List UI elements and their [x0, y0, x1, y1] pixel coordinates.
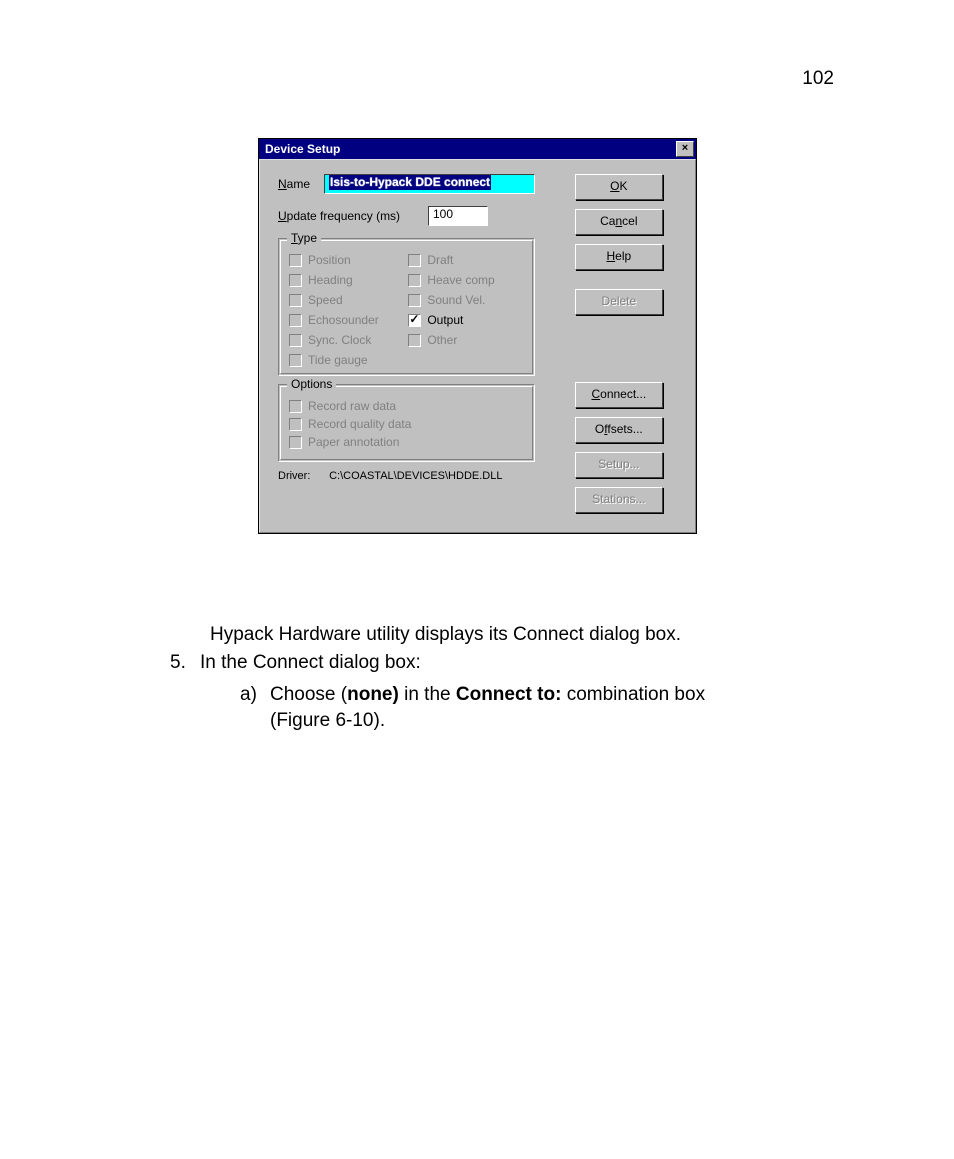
checkbox-label: Position — [308, 253, 351, 267]
checkbox-other: Other — [408, 333, 523, 347]
titlebar: Device Setup × — [259, 139, 696, 159]
checkbox-icon — [408, 294, 421, 307]
checkbox-label: Heading — [308, 273, 353, 287]
frequency-label: Update frequency (ms) — [278, 209, 428, 223]
driver-row: Driver: C:\COASTAL\DEVICES\HDDE.DLL — [278, 470, 535, 482]
options-list: Record raw data Record quality data Paper … — [289, 399, 524, 449]
button-column: OK Cancel Help Delete Connect... Offsets… — [535, 174, 683, 522]
checkbox-icon — [408, 334, 421, 347]
checkbox-icon — [289, 274, 302, 287]
sublist-letter: a) — [240, 682, 270, 708]
checkbox-label: Record quality data — [308, 417, 411, 431]
checkbox-position: Position — [289, 253, 404, 267]
checkbox-label: Other — [427, 333, 457, 347]
checkbox-sync-clock: Sync. Clock — [289, 333, 404, 347]
checkbox-heading: Heading — [289, 273, 404, 287]
sublist-text: Choose (none) in the Connect to: combina… — [270, 682, 740, 733]
type-grid: Position Draft Heading Heave comp Speed Sound… — [289, 253, 524, 367]
checkbox-icon — [289, 436, 302, 449]
checkbox-label: Paper annotation — [308, 435, 399, 449]
checkbox-icon — [408, 274, 421, 287]
cancel-button[interactable]: Cancel — [575, 209, 663, 235]
checkbox-icon — [289, 400, 302, 413]
checkbox-draft: Draft — [408, 253, 523, 267]
offsets-button[interactable]: Offsets... — [575, 417, 663, 443]
checkbox-icon — [289, 354, 302, 367]
dialog-body: Name Isis-to-Hypack DDE connect Update f… — [259, 159, 696, 533]
checkbox-heave-comp: Heave comp — [408, 273, 523, 287]
checkbox-label: Speed — [308, 293, 343, 307]
checkbox-icon — [289, 254, 302, 267]
paragraph: Hypack Hardware utility displays its Con… — [210, 622, 681, 648]
device-setup-dialog: Device Setup × Name Isis-to-Hypack DDE c… — [258, 138, 697, 534]
delete-button[interactable]: Delete — [575, 289, 663, 315]
checkbox-icon — [408, 254, 421, 267]
type-groupbox: Type PositionDraftHeadingHeave compSpeed… — [278, 238, 535, 376]
frequency-input[interactable]: 100 — [428, 206, 488, 226]
checkbox-icon — [289, 314, 302, 327]
dialog-title: Device Setup — [265, 142, 340, 156]
close-icon[interactable]: × — [676, 141, 694, 157]
list-text: In the Connect dialog box: — [200, 652, 421, 673]
checkbox-icon — [289, 294, 302, 307]
checkbox-label: Heave comp — [427, 273, 494, 287]
checkbox-label: Record raw data — [308, 399, 396, 413]
checkbox-label: Sync. Clock — [308, 333, 371, 347]
checkbox-icon — [289, 418, 302, 431]
setup-button[interactable]: Setup... — [575, 452, 663, 478]
name-label: Name — [278, 177, 324, 191]
checkbox-sound-vel-: Sound Vel. — [408, 293, 523, 307]
checkbox-label: Draft — [427, 253, 453, 267]
checkbox-label: Output — [427, 313, 463, 327]
name-input[interactable]: Isis-to-Hypack DDE connect — [324, 174, 535, 194]
help-button[interactable]: Help — [575, 244, 663, 270]
checkbox-icon[interactable] — [408, 314, 421, 327]
checkbox-echosounder: Echosounder — [289, 313, 404, 327]
checkbox-label: Echosounder — [308, 313, 379, 327]
checkbox-output[interactable]: Output — [408, 313, 523, 327]
checkbox-record-quality-data: Record quality data — [289, 417, 524, 431]
frequency-row: Update frequency (ms) 100 — [278, 206, 535, 226]
sublist-item-a: a)Choose (none) in the Connect to: combi… — [240, 682, 780, 733]
checkbox-label: Sound Vel. — [427, 293, 485, 307]
type-legend: Type — [287, 231, 321, 245]
name-row: Name Isis-to-Hypack DDE connect — [278, 174, 535, 194]
checkbox-speed: Speed — [289, 293, 404, 307]
options-legend: Options — [287, 377, 336, 391]
checkbox-label: Tide gauge — [308, 353, 368, 367]
list-number: 5. — [170, 650, 200, 676]
left-column: Name Isis-to-Hypack DDE connect Update f… — [278, 174, 535, 522]
connect-button[interactable]: Connect... — [575, 382, 663, 408]
ok-button[interactable]: OK — [575, 174, 663, 200]
checkbox-record-raw-data: Record raw data — [289, 399, 524, 413]
options-groupbox: Options Record raw dataRecord quality da… — [278, 384, 535, 462]
checkbox-paper-annotation: Paper annotation — [289, 435, 524, 449]
checkbox-icon — [289, 334, 302, 347]
page-number: 102 — [802, 68, 834, 90]
checkbox-tide-gauge: Tide gauge — [289, 353, 404, 367]
list-item-5: 5.In the Connect dialog box: — [170, 650, 421, 676]
driver-path: C:\COASTAL\DEVICES\HDDE.DLL — [329, 470, 502, 482]
stations-button[interactable]: Stations... — [575, 487, 663, 513]
driver-label: Driver: — [278, 470, 326, 482]
